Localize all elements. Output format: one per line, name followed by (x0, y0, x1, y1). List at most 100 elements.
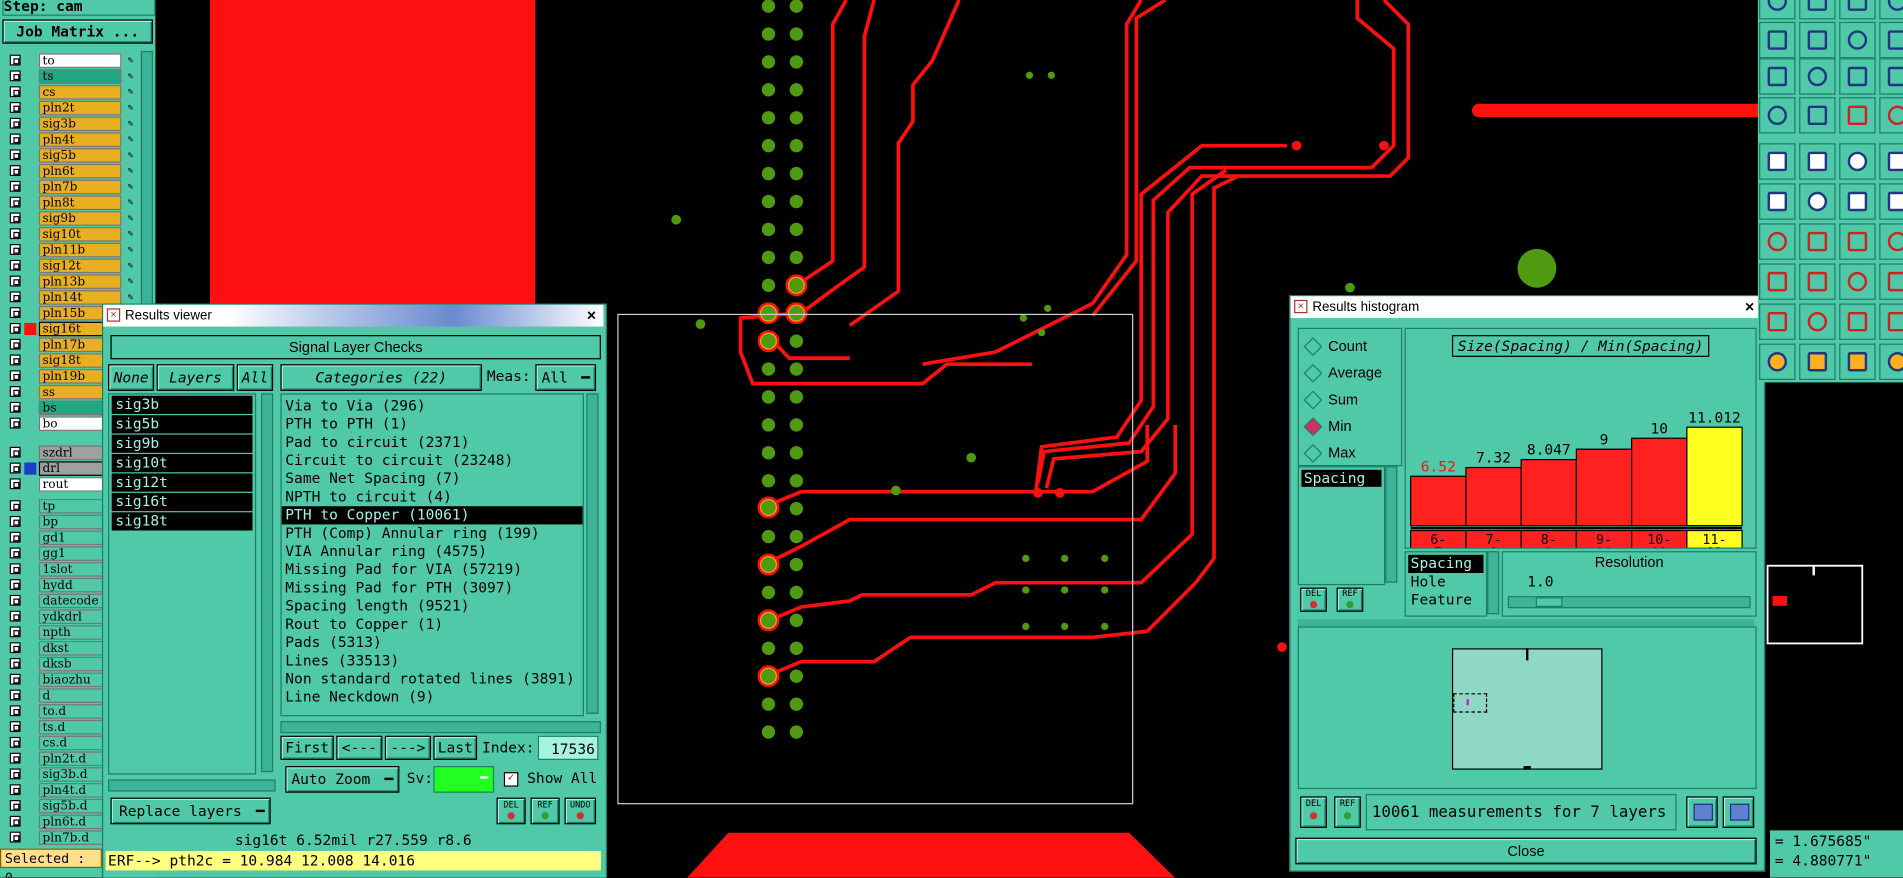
layer-checkbox[interactable] (9, 673, 21, 685)
layer-checkbox[interactable] (9, 165, 21, 177)
layer-name[interactable]: sig3b (38, 116, 122, 132)
tool-button[interactable] (1879, 97, 1903, 134)
layer-name[interactable]: pln6t (38, 163, 122, 179)
tool-button[interactable] (1799, 143, 1836, 180)
tool-button[interactable] (1839, 21, 1876, 59)
close-icon[interactable]: × (1745, 296, 1754, 318)
layer-checkbox[interactable] (9, 275, 21, 287)
tool-button[interactable] (1879, 263, 1903, 300)
tool-button[interactable] (1799, 21, 1836, 59)
category-item[interactable]: Same Net Spacing (7) (282, 470, 583, 488)
layer-checkbox[interactable] (9, 500, 21, 512)
tool-button[interactable] (1759, 58, 1796, 95)
replace-layers-select[interactable]: Replace layers ━ (110, 797, 271, 825)
histogram-bar[interactable] (1631, 437, 1688, 527)
histogram-titlebar[interactable]: × Results histogram × (1290, 296, 1762, 319)
layer-row[interactable]: pln2t ✎ (0, 100, 143, 117)
del-button[interactable]: DEL (496, 797, 526, 825)
layer-checkbox[interactable] (9, 831, 21, 843)
last-button[interactable]: Last (433, 735, 478, 760)
layer-checkbox[interactable] (9, 149, 21, 161)
histogram-bar[interactable] (1465, 466, 1522, 527)
split-bar[interactable] (1297, 619, 1755, 627)
meas-select[interactable]: All ━ (535, 364, 597, 391)
export-button[interactable] (1686, 796, 1718, 828)
tool-button[interactable] (1839, 97, 1876, 134)
category-item[interactable]: Pad to circuit (2371) (282, 433, 583, 451)
layer-row[interactable]: sig5b ✎ (0, 148, 143, 164)
layer-list-scrollbar[interactable] (261, 393, 274, 773)
layer-name[interactable]: cs (38, 84, 122, 100)
category-item[interactable]: PTH to PTH (1) (282, 415, 583, 433)
tool-button[interactable] (1839, 0, 1876, 20)
tool-button[interactable] (1879, 343, 1903, 380)
histogram-bar[interactable] (1520, 458, 1577, 527)
tool-button[interactable] (1839, 58, 1876, 95)
result-layer-item[interactable]: sig5b (111, 415, 253, 434)
layer-checkbox[interactable] (9, 196, 21, 208)
layer-checkbox[interactable] (9, 626, 21, 638)
layer-checkbox[interactable] (9, 784, 21, 796)
layer-checkbox[interactable] (9, 815, 21, 827)
tool-button[interactable] (1799, 263, 1836, 300)
layer-name[interactable]: pln11b (38, 242, 122, 258)
category-scrollbar[interactable] (586, 393, 599, 714)
tool-button[interactable] (1759, 0, 1796, 20)
layer-row[interactable]: sig3b ✎ (0, 116, 143, 133)
layer-name[interactable]: sig10t (38, 227, 122, 242)
tool-button[interactable] (1799, 0, 1836, 20)
histogram-chart[interactable]: 6.526-77.327-88.0478-999-101010-1111.012… (1406, 353, 1756, 548)
tool-button[interactable] (1799, 343, 1836, 380)
preview-del-button[interactable]: DEL (1300, 796, 1327, 828)
layer-row[interactable]: pln13b ✎ (0, 274, 143, 290)
tool-button[interactable] (1879, 223, 1903, 260)
layer-checkbox[interactable] (9, 642, 21, 654)
spacing-scrollbar[interactable] (1385, 466, 1398, 583)
category-item[interactable]: PTH (Comp) Annular ring (199) (282, 524, 583, 542)
type-item[interactable]: Feature (1408, 591, 1483, 609)
category-item[interactable]: VIA Annular ring (4575) (282, 543, 583, 561)
tool-button[interactable] (1879, 58, 1903, 95)
layer-checkbox[interactable] (9, 101, 21, 113)
category-item[interactable]: NPTH to circuit (4) (282, 488, 583, 506)
layer-name[interactable]: pln2t (38, 100, 122, 116)
prev-button[interactable]: <--- (336, 735, 383, 760)
layer-name[interactable]: pln13b (38, 274, 122, 289)
layer-checkbox[interactable] (9, 462, 21, 474)
layer-checkbox[interactable] (9, 800, 21, 811)
tool-button[interactable] (1839, 223, 1876, 260)
type-list[interactable]: Spacing Hole Feature (1404, 551, 1488, 617)
preview-frame[interactable] (1451, 648, 1603, 770)
category-item[interactable]: Missing Pad for VIA (57219) (282, 561, 583, 579)
index-input[interactable]: 17536 (537, 735, 599, 760)
next-button[interactable]: ---> (384, 735, 431, 760)
histogram-bar[interactable] (1410, 475, 1467, 527)
auto-zoom-select[interactable]: Auto Zoom ━ (285, 766, 400, 793)
layer-name[interactable]: to (38, 53, 122, 68)
category-item[interactable]: PTH to Copper (10061) (281, 506, 583, 525)
ref-button[interactable]: REF (530, 797, 560, 825)
tool-button[interactable] (1759, 21, 1796, 59)
result-layer-item[interactable]: sig9b (111, 434, 253, 453)
layer-row[interactable]: sig9b ✎ (0, 211, 143, 227)
spacing-list[interactable]: Spacing (1297, 466, 1386, 586)
layer-checkbox[interactable] (9, 307, 21, 319)
preview-ref-button[interactable]: REF (1334, 796, 1361, 828)
type-item[interactable]: Hole (1408, 573, 1483, 591)
tool-button[interactable] (1799, 97, 1836, 134)
layer-checkbox[interactable] (9, 228, 21, 240)
layer-checkbox[interactable] (9, 736, 21, 748)
spacing-item[interactable]: Spacing (1301, 469, 1382, 487)
layer-checkbox[interactable] (9, 657, 21, 669)
layer-checkbox[interactable] (9, 244, 21, 255)
close-icon[interactable]: × (587, 305, 596, 327)
histogram-bar[interactable] (1575, 448, 1633, 527)
layer-name[interactable]: sig12t (38, 258, 122, 274)
layer-name[interactable]: sig5b (38, 148, 122, 163)
show-all-checkbox[interactable]: ✓ Show All (503, 767, 601, 789)
layer-row[interactable]: pln4t ✎ (0, 132, 143, 148)
layers-button[interactable]: Layers (156, 364, 235, 391)
layer-checkbox[interactable] (9, 54, 21, 66)
layer-name[interactable]: pln7b (38, 179, 122, 195)
category-item[interactable]: Non standard rotated lines (3891) (282, 670, 583, 688)
